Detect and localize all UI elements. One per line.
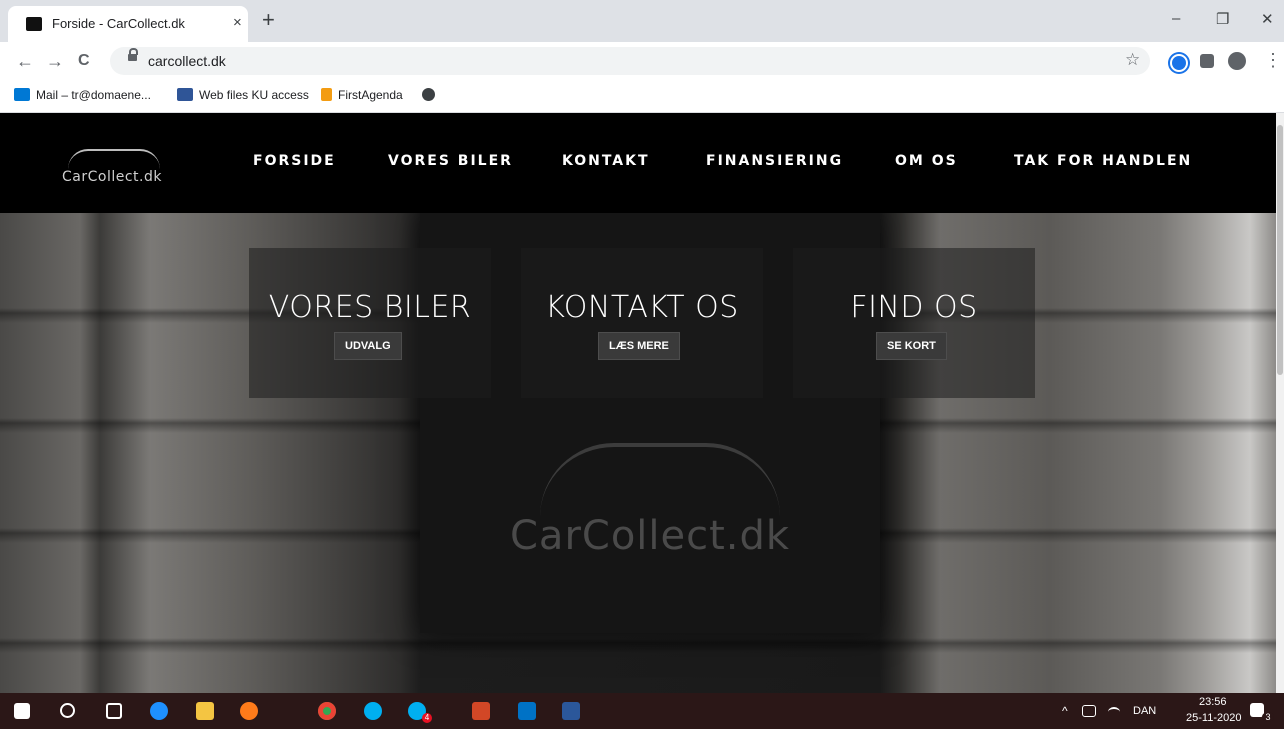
card-vores-biler: VORES BILER UDVALG — [249, 248, 491, 398]
globe-icon — [422, 88, 435, 101]
file-explorer-icon[interactable] — [196, 702, 214, 720]
bookmark-mail[interactable]: Mail – tr@domaene... — [14, 88, 151, 102]
windows-start-icon[interactable] — [14, 703, 30, 719]
nav-kontakt[interactable]: KONTAKT — [562, 153, 650, 169]
url-text[interactable]: carcollect.dk — [148, 53, 226, 69]
firefox-icon[interactable] — [240, 702, 258, 720]
outlook-icon — [14, 88, 30, 101]
network-icon[interactable] — [1082, 705, 1096, 717]
back-button[interactable]: ← — [16, 51, 34, 72]
nav-forside[interactable]: FORSIDE — [253, 153, 336, 169]
forward-button[interactable]: → — [46, 51, 64, 72]
tab-title: Forside - CarCollect.dk — [52, 16, 185, 31]
ku-icon — [177, 88, 193, 101]
bookmarks-bar: Mail – tr@domaene... Web files KU access… — [0, 80, 1284, 113]
bookmark-star-icon[interactable]: ☆ — [1125, 50, 1140, 70]
new-tab-button[interactable]: + — [262, 9, 275, 31]
tab-close-icon[interactable]: × — [233, 14, 242, 31]
restore-button[interactable]: ❐ — [1216, 10, 1229, 28]
close-window-button[interactable]: ✕ — [1261, 10, 1274, 28]
clock-time[interactable]: 23:56 — [1199, 696, 1227, 708]
reload-button[interactable]: C — [78, 52, 90, 70]
sign-logo-text: CarCollect.dk — [510, 513, 791, 559]
card-kontakt-os: KONTAKT OS LÆS MERE — [521, 248, 763, 398]
site-logo[interactable]: CarCollect.dk — [62, 143, 172, 189]
outlook-taskbar-icon[interactable] — [518, 702, 536, 720]
extension-icon[interactable] — [1170, 54, 1188, 72]
firstagenda-icon — [321, 88, 332, 101]
profile-avatar-icon[interactable] — [1228, 52, 1246, 70]
search-icon[interactable] — [60, 703, 75, 718]
tray-chevron-icon[interactable]: ^ — [1062, 704, 1068, 718]
bookmark-globe[interactable] — [422, 88, 441, 102]
browser-menu-icon[interactable]: ⋮ — [1264, 50, 1282, 71]
nav-om-os[interactable]: OM OS — [895, 153, 958, 169]
notification-count: 3 — [1262, 712, 1274, 722]
browser-tab-strip: Forside - CarCollect.dk × + – ❐ ✕ — [0, 0, 1284, 42]
nav-vores-biler[interactable]: VORES BILER — [388, 153, 513, 169]
skype-badge: 4 — [422, 713, 432, 723]
se-kort-button[interactable]: SE KORT — [876, 332, 947, 360]
web-page: CarCollect.dk CarCollect.dk FORSIDE VORE… — [0, 113, 1276, 693]
powerpoint-icon[interactable] — [472, 702, 490, 720]
browser-tab[interactable]: Forside - CarCollect.dk × — [8, 6, 248, 42]
bookmark-web-files[interactable]: Web files KU access — [177, 88, 309, 102]
clock-date[interactable]: 25-11-2020 — [1186, 712, 1241, 724]
nav-finansiering[interactable]: FINANSIERING — [706, 153, 843, 169]
windows-taskbar: 4 ^ DAN 23:56 25-11-2020 3 — [0, 693, 1284, 729]
address-bar[interactable]: carcollect.dk ☆ — [110, 47, 1150, 75]
card-title: FIND OS — [850, 290, 978, 325]
laes-mere-button[interactable]: LÆS MERE — [598, 332, 680, 360]
minimize-button[interactable]: – — [1172, 10, 1180, 27]
browser-toolbar: ← → C carcollect.dk ☆ ⋮ — [0, 42, 1284, 80]
card-title: VORES BILER — [268, 290, 472, 325]
site-favicon-icon — [26, 17, 42, 31]
nav-tak-for-handlen[interactable]: TAK FOR HANDLEN — [1014, 153, 1192, 169]
lock-icon — [128, 48, 138, 61]
car-logo-icon — [68, 149, 160, 169]
card-title: KONTAKT OS — [545, 290, 739, 325]
card-find-os: FIND OS SE KORT — [793, 248, 1035, 398]
site-header: CarCollect.dk FORSIDE VORES BILER KONTAK… — [0, 113, 1276, 213]
word-icon[interactable] — [562, 702, 580, 720]
chrome-icon[interactable] — [318, 702, 336, 720]
edge-icon[interactable] — [150, 702, 168, 720]
logo-text: CarCollect.dk — [62, 169, 162, 185]
puzzle-extensions-icon[interactable] — [1200, 54, 1214, 68]
sign-car-outline-icon — [540, 443, 780, 517]
page-scrollbar[interactable] — [1276, 113, 1284, 693]
skype-icon[interactable] — [364, 702, 382, 720]
scrollbar-thumb[interactable] — [1277, 125, 1283, 375]
bookmark-firstagenda[interactable]: FirstAgenda — [321, 88, 403, 102]
task-view-icon[interactable] — [106, 703, 122, 719]
wifi-icon[interactable] — [1108, 707, 1120, 717]
language-indicator[interactable]: DAN — [1133, 705, 1156, 717]
udvalg-button[interactable]: UDVALG — [334, 332, 402, 360]
